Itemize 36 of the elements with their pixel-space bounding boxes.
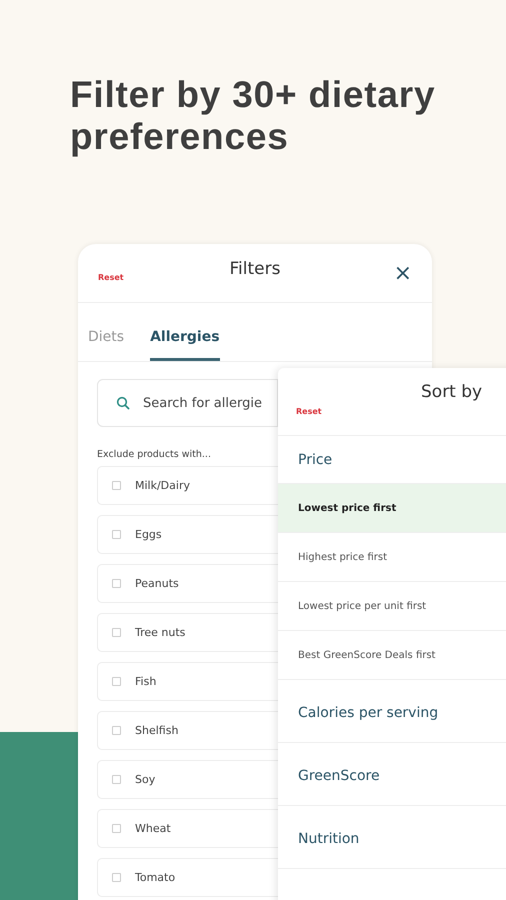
allergen-option[interactable]: Peanuts xyxy=(97,564,278,603)
allergen-option[interactable]: Tomato xyxy=(97,858,278,897)
sort-category[interactable]: Nutrition xyxy=(278,806,506,869)
allergen-option[interactable]: Shelfish xyxy=(97,711,278,750)
headline: Filter by 30+ dietary preferences xyxy=(69,73,436,158)
sort-option[interactable]: Highest price first xyxy=(278,533,506,582)
allergen-option[interactable]: Soy xyxy=(97,760,278,799)
allergen-option[interactable]: Eggs xyxy=(97,515,278,554)
checkbox[interactable] xyxy=(112,530,121,539)
sort-option[interactable]: Lowest price first xyxy=(278,484,506,533)
allergen-option[interactable]: Fish xyxy=(97,662,278,701)
checkbox[interactable] xyxy=(112,873,121,882)
reset-button[interactable]: Reset xyxy=(296,407,322,416)
sort-category[interactable]: Price xyxy=(278,436,506,484)
search-icon xyxy=(116,396,130,410)
checkbox[interactable] xyxy=(112,579,121,588)
checkbox[interactable] xyxy=(112,726,121,735)
search-field[interactable]: Search for allergie xyxy=(97,379,278,427)
close-button[interactable]: × xyxy=(394,260,412,286)
checkbox[interactable] xyxy=(112,628,121,637)
allergen-option[interactable]: Tree nuts xyxy=(97,613,278,652)
allergen-option[interactable]: Milk/Dairy xyxy=(97,466,278,505)
panel-title: Sort by xyxy=(421,382,482,402)
reset-button[interactable]: Reset xyxy=(98,272,124,282)
sort-option[interactable]: Best GreenScore Deals first xyxy=(278,631,506,680)
section-label: Exclude products with... xyxy=(97,449,211,460)
checkbox[interactable] xyxy=(112,824,121,833)
checkbox[interactable] xyxy=(112,481,121,490)
panel-title: Filters xyxy=(230,259,280,279)
tab[interactable]: Allergies xyxy=(150,303,220,361)
checkbox[interactable] xyxy=(112,775,121,784)
checkbox[interactable] xyxy=(112,677,121,686)
sort-category[interactable]: Calories per serving xyxy=(278,680,506,743)
sort-category[interactable]: GreenScore xyxy=(278,743,506,806)
sort-option[interactable]: Lowest price per unit first xyxy=(278,582,506,631)
allergen-option[interactable]: Wheat xyxy=(97,809,278,848)
